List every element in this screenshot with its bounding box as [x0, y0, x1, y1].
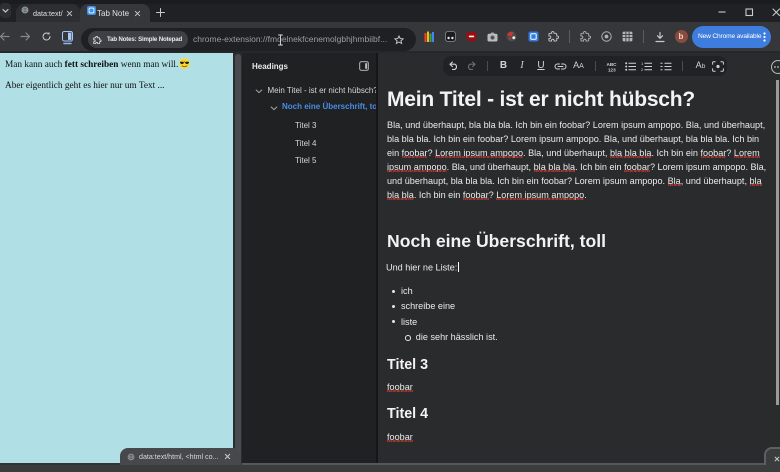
svg-text:1: 1 [641, 62, 644, 66]
svg-text:ABC: ABC [607, 61, 618, 66]
svg-text:123: 123 [608, 67, 616, 71]
svg-text:2: 2 [641, 67, 644, 71]
